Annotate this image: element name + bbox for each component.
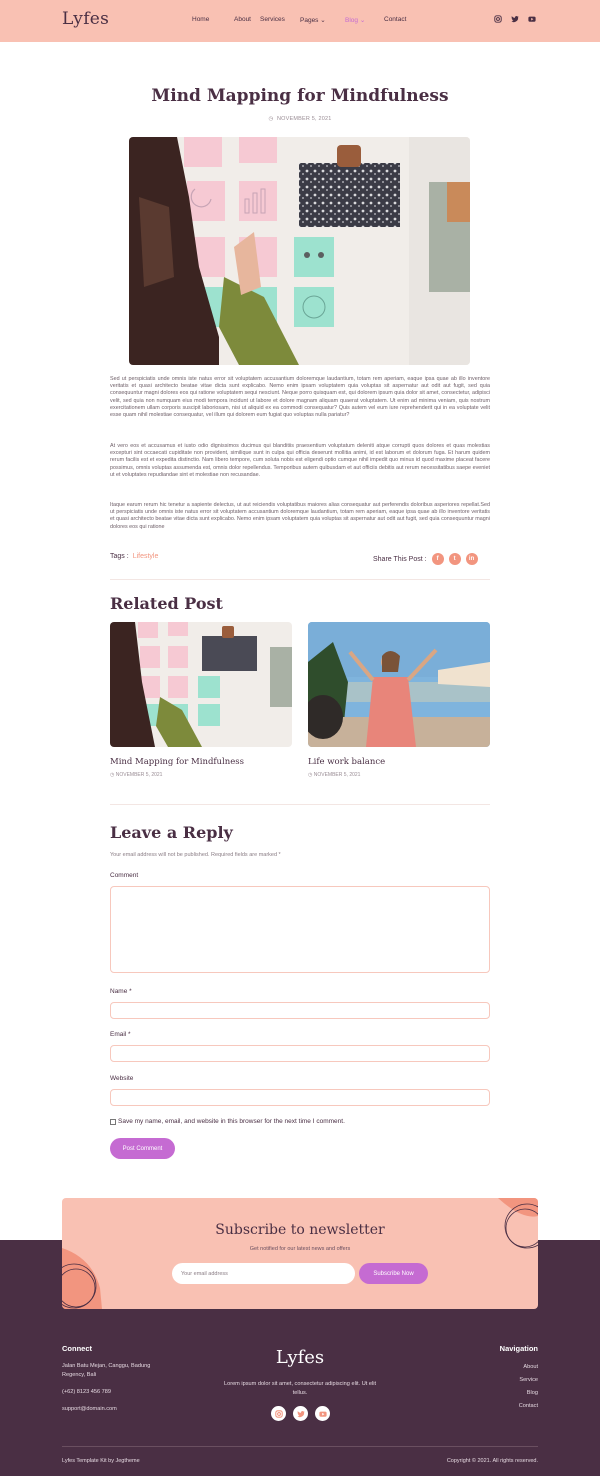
site-header: Lyfes Home About Services Pages ⌄ Blog ⌄… <box>0 0 600 42</box>
footer-divider <box>62 1446 538 1447</box>
website-label: Website <box>110 1075 134 1082</box>
related-card-date: ◷ NOVEMBER 5, 2021 <box>308 772 361 778</box>
decorative-blobs <box>62 1198 538 1309</box>
related-card-date: ◷ NOVEMBER 5, 2021 <box>110 772 163 778</box>
name-field[interactable] <box>110 1002 490 1019</box>
newsletter-title: Subscribe to newsletter <box>215 1222 385 1238</box>
save-info-row: Save my name, email, and website in this… <box>110 1118 345 1125</box>
footer-nav-service[interactable]: Service <box>519 1374 538 1387</box>
website-field[interactable] <box>110 1089 490 1106</box>
footer-nav-contact[interactable]: Contact <box>519 1400 538 1413</box>
youtube-icon[interactable] <box>527 14 536 23</box>
related-heading: Related Post <box>110 594 223 613</box>
post-tags: Tags : Lifestyle <box>110 553 159 560</box>
chevron-down-icon: ⌄ <box>359 17 366 24</box>
post-comment-button[interactable]: Post Comment <box>110 1138 175 1159</box>
comment-textarea[interactable] <box>110 886 490 973</box>
site-logo[interactable]: Lyfes <box>62 9 109 29</box>
post-paragraph: Itaque earum rerum hic tenetur a sapient… <box>110 502 490 530</box>
reply-heading: Leave a Reply <box>110 823 233 842</box>
post-paragraph: Sed ut perspiciatis unde omnis iste natu… <box>110 376 490 419</box>
footer-phone[interactable]: (+62) 8123 456 789 <box>62 1388 111 1397</box>
footer-description: Lorem ipsum dolor sit amet, consectetur … <box>223 1381 377 1396</box>
footer-copyright: Copyright © 2021. All rights reserved. <box>446 1458 538 1464</box>
nav-contact[interactable]: Contact <box>384 16 406 24</box>
twitter-icon[interactable]: t <box>448 553 461 565</box>
email-field[interactable] <box>110 1045 490 1062</box>
post-title: Mind Mapping for Mindfulness <box>151 86 449 106</box>
subscribe-button[interactable]: Subscribe Now <box>359 1263 428 1284</box>
nav-about[interactable]: About <box>234 16 260 24</box>
nav-blog[interactable]: Blog ⌄ <box>345 16 384 24</box>
footer-credit: Lyfes Template Kit by Jegtheme <box>62 1458 140 1464</box>
newsletter-email-input[interactable]: Your email address <box>172 1263 355 1284</box>
linkedin-icon[interactable]: in <box>465 553 478 565</box>
related-card-image[interactable] <box>308 622 490 747</box>
nav-home[interactable]: Home <box>192 16 234 24</box>
nav-services[interactable]: Services <box>260 16 300 24</box>
divider <box>110 804 490 805</box>
footer-email[interactable]: support@domain.com <box>62 1405 117 1414</box>
footer-nav: About Service Blog Contact <box>519 1361 538 1413</box>
post-date: ◷ NOVEMBER 5, 2021 <box>268 116 332 122</box>
instagram-icon[interactable] <box>493 14 502 23</box>
footer-nav-heading: Navigation <box>499 1344 538 1353</box>
share-bar: Share This Post : f t in <box>373 553 478 565</box>
newsletter-subtitle: Get notified for our latest news and off… <box>249 1246 351 1252</box>
twitter-icon[interactable] <box>510 14 519 23</box>
youtube-icon[interactable] <box>315 1406 330 1421</box>
related-card-title[interactable]: Life work balance <box>308 757 385 767</box>
twitter-icon[interactable] <box>293 1406 308 1421</box>
clock-icon: ◷ <box>268 116 274 122</box>
divider <box>110 579 490 580</box>
tag-link[interactable]: Lifestyle <box>133 553 159 560</box>
email-label: Email * <box>110 1031 131 1038</box>
post-paragraph: At vero eos et accusamus et iusto odio d… <box>110 443 490 478</box>
post-featured-image <box>129 137 470 365</box>
nav-pages[interactable]: Pages ⌄ <box>300 16 345 24</box>
main-nav: Home About Services Pages ⌄ Blog ⌄ Conta… <box>192 16 406 24</box>
newsletter-box: Subscribe to newsletter Get notified for… <box>62 1198 538 1309</box>
save-info-checkbox[interactable] <box>110 1118 116 1125</box>
header-social <box>493 14 536 23</box>
name-label: Name * <box>110 988 132 995</box>
facebook-icon[interactable]: f <box>431 553 444 565</box>
footer-nav-about[interactable]: About <box>519 1361 538 1374</box>
instagram-icon[interactable] <box>271 1406 286 1421</box>
reply-note: Your email address will not be published… <box>110 852 281 858</box>
comment-label: Comment <box>110 872 139 879</box>
related-card-image[interactable] <box>110 622 292 747</box>
footer-nav-blog[interactable]: Blog <box>519 1387 538 1400</box>
chevron-down-icon: ⌄ <box>320 17 326 24</box>
footer-social <box>271 1406 330 1421</box>
related-card-title[interactable]: Mind Mapping for Mindfulness <box>110 757 244 767</box>
